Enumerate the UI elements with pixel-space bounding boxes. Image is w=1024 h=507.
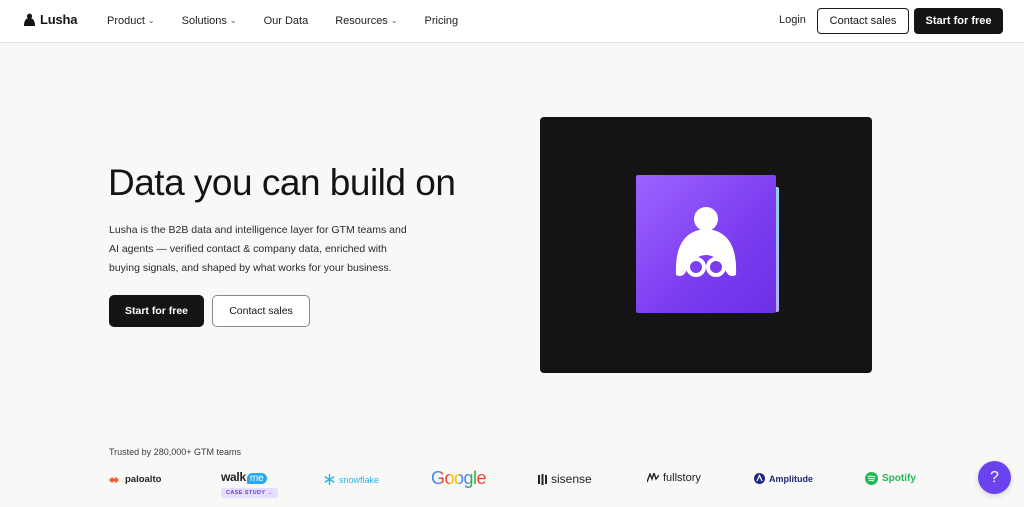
walkme-logo: walk me CASE STUDY → <box>221 470 279 498</box>
lusha-logo-icon <box>24 13 35 26</box>
chevron-down-icon: ⌄ <box>147 15 155 25</box>
chevron-down-icon: ⌄ <box>229 15 237 25</box>
walkme-me-text: me <box>246 473 267 484</box>
main-menu: Product ⌄ Solutions ⌄ Our Data Resources… <box>107 0 485 42</box>
menu-item-product[interactable]: Product ⌄ <box>107 15 155 27</box>
amplitude-icon <box>754 473 765 484</box>
hero-description: Lusha is the B2B data and intelligence l… <box>109 224 407 274</box>
snowflake-wordmark: snowflake <box>339 474 380 485</box>
snowflake-logo: snowflake <box>324 474 379 485</box>
menu-item-our-data[interactable]: Our Data <box>264 15 309 27</box>
logo-text: Lusha <box>40 12 78 27</box>
start-for-free-button[interactable]: Start for free <box>109 295 204 327</box>
sisense-wordmark: sisense <box>551 472 592 486</box>
hero-media <box>540 117 872 373</box>
sisense-logo: sisense <box>538 472 592 486</box>
amplitude-logo: Amplitude <box>754 473 813 484</box>
paloalto-wordmark: paloalto <box>125 474 162 485</box>
menu-item-label: Product <box>107 15 145 27</box>
lusha-cube <box>636 175 776 313</box>
paloalto-mark-icon <box>109 476 119 483</box>
trusted-by-text: Trusted by 280,000+ GTM teams <box>109 447 241 457</box>
sisense-icon <box>538 473 547 485</box>
fullstory-wordmark: fullstory <box>663 472 701 484</box>
menu-item-label: Our Data <box>263 15 309 27</box>
lusha-mascot-icon <box>675 207 737 277</box>
contact-sales-nav-button[interactable]: Contact sales <box>817 8 909 34</box>
menu-item-label: Resources <box>335 15 388 27</box>
menu-item-solutions[interactable]: Solutions ⌄ <box>182 15 237 27</box>
snowflake-icon <box>324 474 335 485</box>
chevron-down-icon: ⌄ <box>390 15 398 25</box>
amplitude-wordmark: Amplitude <box>769 473 813 484</box>
menu-item-pricing[interactable]: Pricing <box>425 15 459 27</box>
google-logo: Google <box>431 468 487 489</box>
spotify-logo: Spotify <box>865 472 916 485</box>
google-wordmark: Google <box>431 468 487 488</box>
lusha-logo[interactable]: Lusha <box>23 12 77 27</box>
top-navigation: Lusha Product ⌄ Solutions ⌄ Our Data Res… <box>0 0 1024 43</box>
contact-sales-button[interactable]: Contact sales <box>212 295 310 327</box>
login-link[interactable]: Login <box>779 14 806 26</box>
start-for-free-nav-button[interactable]: Start for free <box>914 8 1003 34</box>
help-chat-button[interactable]: ? <box>978 461 1011 494</box>
case-study-badge[interactable]: CASE STUDY → <box>221 488 279 498</box>
fullstory-icon <box>647 473 659 483</box>
menu-item-label: Solutions <box>181 15 227 27</box>
hero-title: Data you can build on <box>108 162 456 203</box>
fullstory-logo: fullstory <box>647 472 701 484</box>
menu-item-resources[interactable]: Resources ⌄ <box>335 15 397 27</box>
paloalto-logo: paloalto <box>109 474 161 485</box>
menu-item-label: Pricing <box>424 15 459 27</box>
walkme-wordmark: walk me <box>221 470 267 484</box>
customer-logos: paloalto walk me CASE STUDY → snowflake G… <box>0 466 1024 506</box>
walkme-walk-text: walk <box>221 470 246 484</box>
spotify-icon <box>865 472 878 485</box>
spotify-wordmark: Spotify <box>882 473 916 484</box>
